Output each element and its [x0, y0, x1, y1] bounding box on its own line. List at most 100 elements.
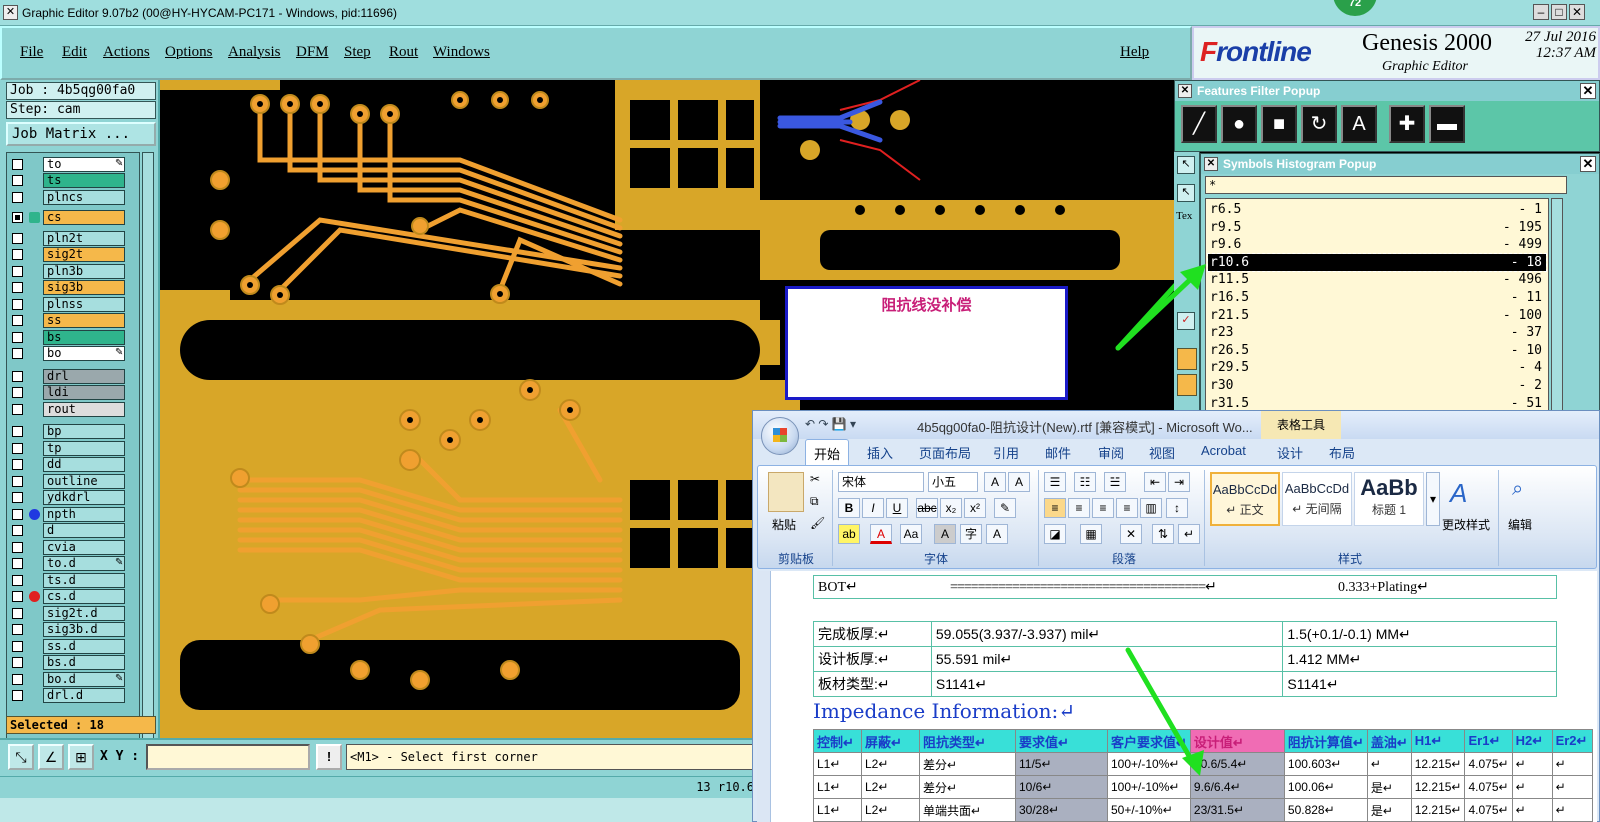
table-cell[interactable]: ↵ — [1366, 752, 1412, 776]
menu-windows[interactable]: Windows — [433, 44, 490, 61]
layer-name[interactable]: tp — [43, 441, 125, 456]
layer-row[interactable]: pln3b — [9, 264, 139, 279]
layer-checkbox[interactable] — [12, 492, 23, 503]
layer-name[interactable]: sig3b — [43, 280, 125, 295]
color-swatch-2[interactable] — [1177, 374, 1197, 396]
symbol-row[interactable]: r9.6 - 499 — [1208, 236, 1546, 253]
layer-row[interactable]: d — [9, 523, 139, 538]
layer-checkbox[interactable] — [12, 426, 23, 437]
pad-feature-icon[interactable]: ● — [1221, 105, 1257, 143]
menu-dfm[interactable]: DFM — [296, 44, 329, 61]
borders-icon[interactable]: ▦ — [1080, 524, 1102, 544]
shrink-font-icon[interactable]: A — [1008, 472, 1030, 492]
table-cell[interactable]: L2↵ — [861, 752, 920, 776]
layer-name[interactable]: sig2t.d — [43, 606, 125, 621]
layer-row[interactable]: plnss — [9, 297, 139, 312]
table-cell[interactable]: 100.06↵ — [1283, 775, 1368, 799]
layer-row[interactable]: tp — [9, 441, 139, 456]
column-header[interactable]: Er2↵ — [1551, 729, 1593, 753]
justify-button[interactable]: ≡ — [1116, 498, 1138, 518]
layer-name[interactable]: ldi — [43, 385, 125, 400]
tab-acrobat[interactable]: Acrobat — [1201, 443, 1246, 458]
layer-checkbox[interactable] — [12, 525, 23, 536]
change-styles-button[interactable]: 更改样式 — [1442, 516, 1490, 533]
layer-checkbox[interactable] — [12, 249, 23, 260]
line-feature-icon[interactable]: ╱ — [1181, 105, 1217, 143]
menu-rout[interactable]: Rout — [389, 44, 418, 61]
italic-button[interactable]: I — [862, 498, 884, 518]
distributed-button[interactable]: ▥ — [1140, 498, 1162, 518]
layer-name[interactable]: sig2t — [43, 247, 125, 262]
table-cell[interactable]: ↵ — [1551, 775, 1593, 799]
table-cell[interactable]: ↵ — [1511, 775, 1553, 799]
align-right-button[interactable]: ≡ — [1092, 498, 1114, 518]
shading-icon[interactable]: ◪ — [1044, 524, 1066, 544]
table-cell[interactable]: 1.412 MM↵ — [1282, 646, 1557, 672]
layer-checkbox[interactable] — [12, 348, 23, 359]
layer-checkbox[interactable] — [12, 575, 23, 586]
multilevel-list-icon[interactable]: ☱ — [1104, 472, 1126, 492]
layer-row[interactable]: sig3b.d — [9, 622, 139, 637]
symbol-filter-input[interactable]: * — [1205, 176, 1567, 194]
layer-row[interactable]: drl — [9, 369, 139, 384]
column-header[interactable]: 阻抗计算值↵ — [1283, 729, 1368, 753]
styles-more-icon[interactable]: ▾ — [1426, 472, 1440, 526]
layer-checkbox[interactable] — [12, 542, 23, 553]
layer-row[interactable]: ts — [9, 173, 139, 188]
layer-row[interactable]: bp — [9, 424, 139, 439]
table-cell[interactable]: 单端共面↵ — [919, 798, 1016, 822]
layer-name[interactable]: bo.d — [43, 672, 125, 687]
table-cell[interactable]: 1.5(+0.1/-0.1) MM↵ — [1282, 621, 1557, 647]
symbol-row[interactable]: r6.5 - 1 — [1208, 201, 1546, 218]
layer-row[interactable]: npth — [9, 507, 139, 522]
maximize-button[interactable]: □ — [1551, 4, 1567, 20]
layer-row[interactable]: cs — [9, 210, 139, 225]
menu-edit[interactable]: Edit — [62, 44, 87, 61]
layer-row[interactable]: sig2t.d — [9, 606, 139, 621]
tab-design[interactable]: 设计 — [1277, 443, 1303, 462]
text-feature-icon[interactable]: A — [1341, 105, 1377, 143]
layer-checkbox[interactable] — [12, 282, 23, 293]
table-cell[interactable]: 是↵ — [1366, 798, 1412, 822]
job-matrix-button[interactable]: Job Matrix ... — [6, 122, 156, 146]
table-cell[interactable]: 差分↵ — [919, 752, 1016, 776]
layer-name[interactable]: drl — [43, 369, 125, 384]
layer-name[interactable]: cs.d — [43, 589, 125, 604]
menu-step[interactable]: Step — [344, 44, 371, 61]
align-center-button[interactable]: ≡ — [1068, 498, 1090, 518]
bullets-icon[interactable]: ☰ — [1044, 472, 1066, 492]
layer-checkbox[interactable] — [12, 624, 23, 635]
table-cell[interactable]: 50+/-10%↵ — [1107, 798, 1191, 822]
layer-checkbox[interactable] — [12, 608, 23, 619]
table-cell[interactable]: L2↵ — [861, 798, 920, 822]
table-cell[interactable]: 23/31.5↵ — [1189, 798, 1285, 822]
layer-row[interactable]: dd — [9, 457, 139, 472]
symbols-histogram-close-button[interactable]: ✕ — [1580, 156, 1596, 172]
layer-name[interactable]: cs — [43, 210, 125, 225]
menu-analysis[interactable]: Analysis — [228, 44, 281, 61]
change-case-icon[interactable]: Aa — [900, 524, 922, 544]
layer-checkbox[interactable] — [12, 476, 23, 487]
layer-name[interactable]: rout — [43, 402, 125, 417]
layer-checkbox[interactable] — [12, 371, 23, 382]
arrow-select-icon[interactable]: ↖ — [1177, 156, 1195, 174]
layer-name[interactable]: ts.d — [43, 573, 125, 588]
superscript-button[interactable]: x² — [964, 498, 986, 518]
decrease-indent-icon[interactable]: ⇤ — [1144, 472, 1166, 492]
layer-checkbox[interactable] — [12, 443, 23, 454]
layer-row[interactable]: ts.d — [9, 573, 139, 588]
tab-review[interactable]: 审阅 — [1098, 443, 1124, 462]
layer-checkbox[interactable] — [12, 159, 23, 170]
table-cell[interactable]: 11/5↵ — [1015, 752, 1108, 776]
change-styles-icon[interactable]: A — [1450, 478, 1467, 509]
char-shading-icon[interactable]: A — [934, 524, 956, 544]
tab-view[interactable]: 视图 — [1149, 443, 1175, 462]
layer-checkbox[interactable] — [12, 591, 23, 602]
features-filter-close-button[interactable]: ✕ — [1580, 83, 1596, 99]
menu-help[interactable]: Help — [1120, 44, 1149, 61]
grid-button[interactable]: ⊞ — [68, 744, 94, 770]
symbol-list-scrollbar[interactable] — [1551, 198, 1563, 414]
close-button[interactable]: ✕ — [1569, 4, 1585, 20]
layer-name[interactable]: d — [43, 523, 125, 538]
table-cell[interactable]: L2↵ — [861, 775, 920, 799]
